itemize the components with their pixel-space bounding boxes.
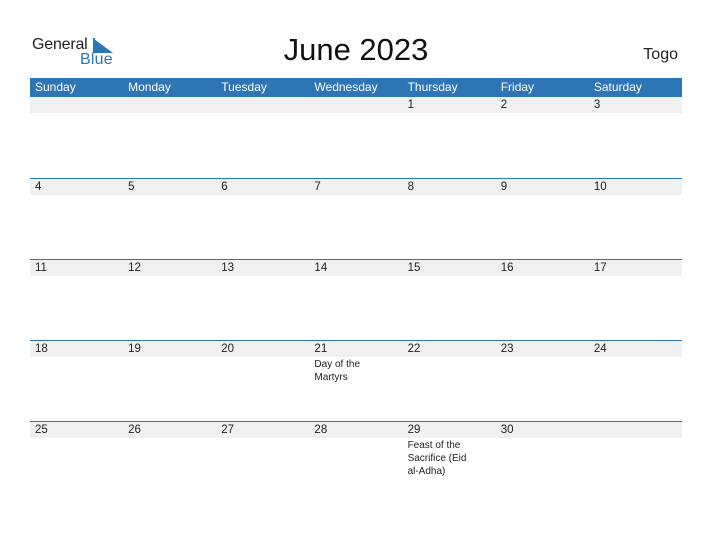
holiday-label [496,438,589,478]
holiday-label [496,113,589,114]
holiday-label [589,276,682,277]
holiday-label [123,357,216,384]
weeks-container: 1 2 3 4 5 6 7 8 9 10 11 12 13 14 15 16 17 18 19 20 21 22 23 24 D… [30,97,682,502]
holiday-label [30,438,123,478]
day-number: 23 [500,343,514,355]
day-number: 15 [407,262,421,274]
day-number: 24 [593,343,607,355]
holiday-label [30,357,123,384]
holiday-label [123,113,216,114]
event-row: Day of the Martyrs [30,357,682,384]
day-number: 18 [35,343,48,355]
day-number: 8 [407,181,414,193]
day-number: 14 [314,262,328,274]
holiday-label [123,438,216,478]
holiday-label [216,438,309,478]
day-number: 1 [407,99,414,111]
holiday-label [30,195,123,196]
day-number-row: 11 12 13 14 15 16 17 [30,260,682,276]
day-number: 27 [221,424,235,436]
weekday-tuesday: Tuesday [221,80,267,94]
day-number: 30 [500,424,514,436]
holiday-label: Feast of the Sacrifice (Eid al-Adha) [407,440,467,477]
weekday-wednesday: Wednesday [314,80,378,94]
day-number: 22 [407,343,421,355]
day-number: 3 [593,99,601,111]
holiday-label [309,195,402,196]
day-number: 9 [500,181,508,193]
day-number: 13 [221,262,235,274]
week-row: 11 12 13 14 15 16 17 [30,259,682,340]
holiday-label [403,195,496,196]
event-row: Feast of the Sacrifice (Eid al-Adha) [30,438,682,478]
weekday-header: Sunday Monday Tuesday Wednesday Thursday… [30,78,682,97]
day-number: 28 [314,424,328,436]
day-number: 4 [35,181,42,193]
day-number: 19 [128,343,141,355]
holiday-label [216,357,309,384]
week-row: 18 19 20 21 22 23 24 Day of the Martyrs [30,340,682,421]
day-number: 29 [407,424,421,436]
country-label: Togo [643,46,678,63]
day-number: 12 [128,262,141,274]
holiday-label [123,276,216,277]
day-number [123,97,216,113]
holiday-label [589,357,682,384]
holiday-label [309,438,402,478]
day-number: 16 [500,262,514,274]
day-number [589,422,682,438]
holiday-label [589,438,682,478]
holiday-label [216,195,309,196]
holiday-label [30,113,123,114]
weekday-sunday: Sunday [35,80,76,94]
holiday-label [309,113,402,114]
day-number: 26 [128,424,141,436]
day-number-row: 4 5 6 7 8 9 10 [30,179,682,195]
holiday-label [403,276,496,277]
day-number-row: 18 19 20 21 22 23 24 [30,341,682,357]
day-number: 25 [35,424,48,436]
holiday-label [589,195,682,196]
day-number: 20 [221,343,235,355]
holiday-label [216,276,309,277]
holiday-label [30,276,123,277]
holiday-label [403,357,496,384]
holiday-label [496,357,589,384]
holiday-label [216,113,309,114]
day-number-row: 1 2 3 [30,97,682,113]
holiday-label [309,276,402,277]
week-row: 4 5 6 7 8 9 10 [30,178,682,259]
week-row: 1 2 3 [30,97,682,178]
holiday-label [589,113,682,114]
day-number: 11 [35,262,47,274]
event-row [30,276,682,277]
holiday-label [496,276,589,277]
day-number [216,97,309,113]
event-row [30,195,682,196]
day-number: 2 [500,99,508,111]
day-number: 17 [593,262,607,274]
day-number: 21 [314,343,328,355]
week-row: 25 26 27 28 29 30 Feast of the Sacrifice (Eid … [30,421,682,502]
weekday-monday: Monday [128,80,171,94]
day-number: 6 [221,181,228,193]
day-number [309,97,402,113]
holiday-label [123,195,216,196]
day-number: 7 [314,181,321,193]
event-row [30,113,682,114]
calendar-grid: Sunday Monday Tuesday Wednesday Thursday… [30,78,682,502]
weekday-friday: Friday [500,80,535,94]
holiday-label [496,195,589,196]
weekday-thursday: Thursday [407,80,458,94]
holiday-label: Day of the Martyrs [314,359,361,383]
day-number [30,97,123,113]
holiday-label [403,113,496,114]
day-number-row: 25 26 27 28 29 30 [30,422,682,438]
day-number: 5 [128,181,135,193]
weekday-saturday: Saturday [593,80,642,94]
day-number: 10 [593,181,607,193]
page-title: June 2023 [283,32,429,67]
